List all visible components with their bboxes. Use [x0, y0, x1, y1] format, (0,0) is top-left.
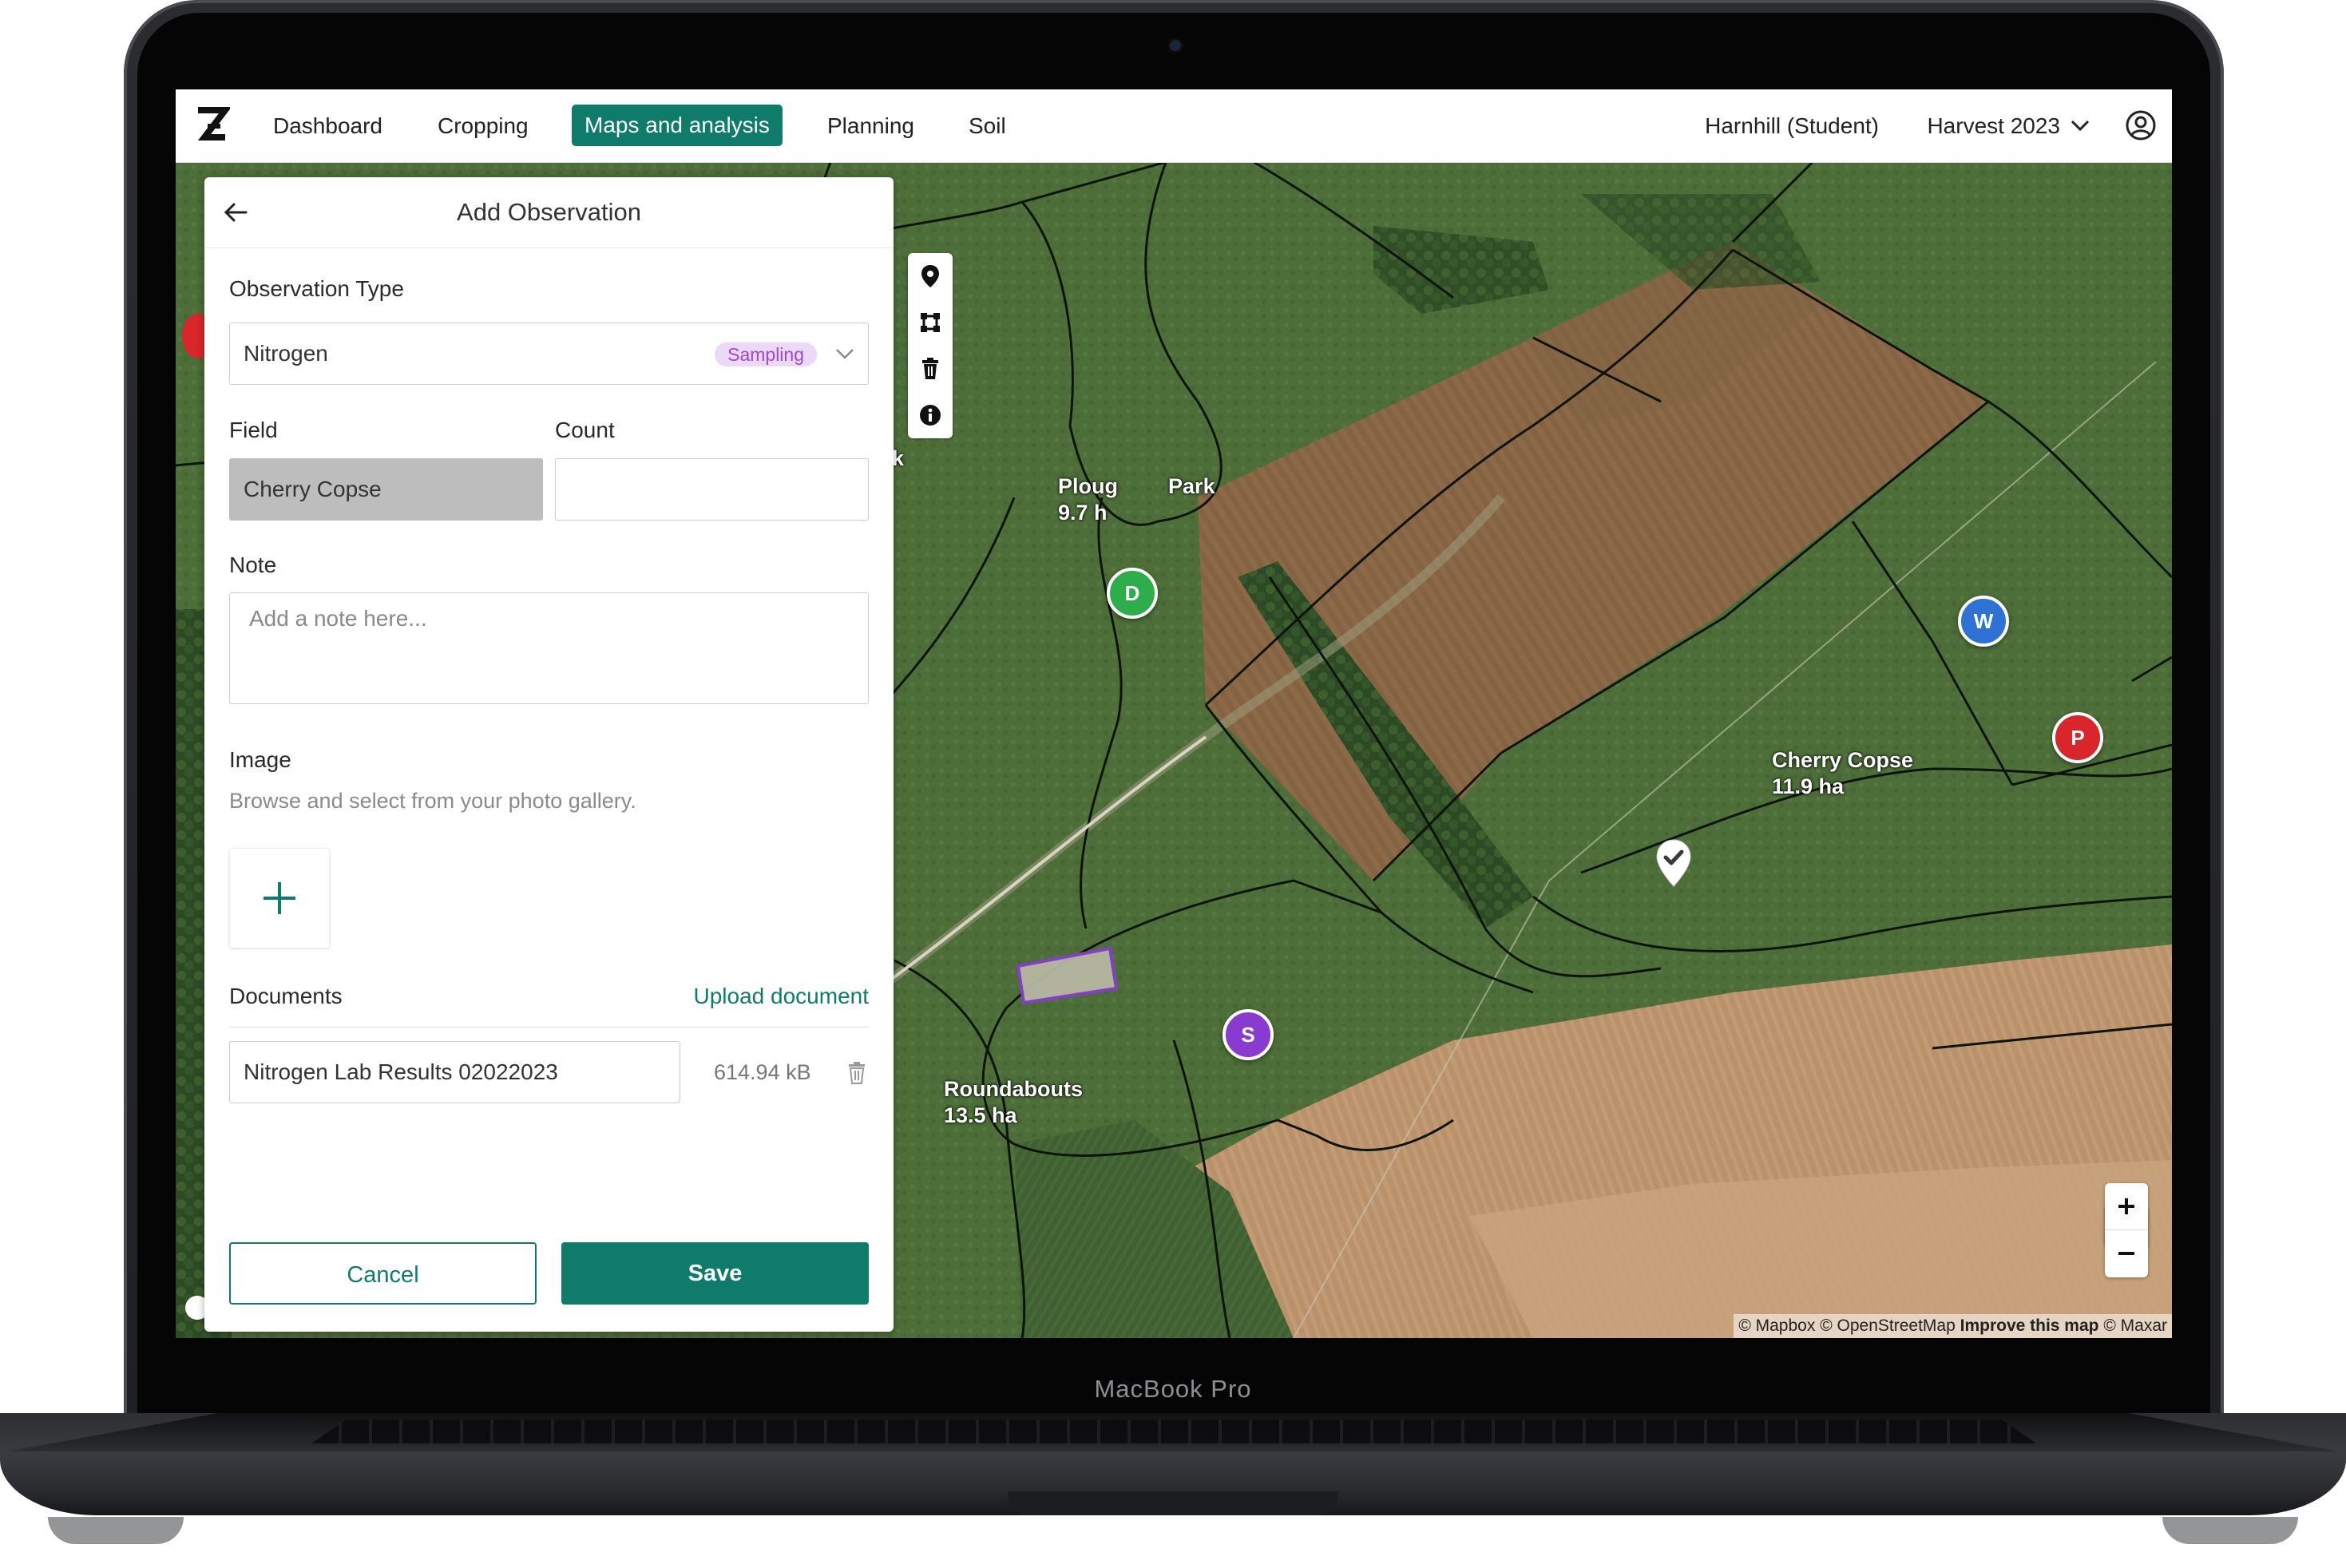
- add-image-button[interactable]: [229, 848, 330, 948]
- field-name-left: Ploug: [1058, 474, 1118, 498]
- field-label: Field: [229, 418, 278, 442]
- note-placeholder: Add a note here...: [249, 606, 427, 631]
- documents-divider: [229, 1027, 869, 1028]
- panel-title: Add Observation: [457, 198, 641, 226]
- user-account-icon[interactable]: [2126, 110, 2156, 141]
- marker-d[interactable]: D: [1107, 568, 1158, 619]
- farm-user-name[interactable]: Harnhill (Student): [1705, 89, 1879, 162]
- attribution-mapbox[interactable]: © Mapbox: [1738, 1317, 1815, 1335]
- nav-dashboard[interactable]: Dashboard: [273, 89, 382, 162]
- marker-w[interactable]: W: [1958, 596, 2009, 647]
- delete-document-icon[interactable]: [847, 1062, 866, 1084]
- harvest-selector[interactable]: Harvest 2023: [1927, 89, 2060, 162]
- observation-type-value: Nitrogen: [244, 341, 328, 366]
- note-label: Note: [229, 552, 277, 577]
- trash-icon: [922, 358, 938, 379]
- nav-soil[interactable]: Soil: [969, 89, 1006, 162]
- back-arrow-icon[interactable]: [222, 198, 251, 227]
- laptop-foot-left: [48, 1517, 184, 1544]
- plus-icon: [264, 882, 295, 914]
- nav-planning[interactable]: Planning: [827, 89, 914, 162]
- zoom-controls: [2105, 1183, 2148, 1277]
- panel-header: Add Observation: [204, 177, 894, 248]
- field-area: 9.7 h: [1058, 501, 1108, 525]
- polygon-tool-button[interactable]: [908, 299, 953, 346]
- keyboard: [311, 1420, 2036, 1443]
- field-label-cherry-copse: Cherry Copse 11.9 ha: [1772, 747, 1913, 800]
- field-value: Cherry Copse: [244, 477, 382, 501]
- image-hint: Browse and select from your photo galler…: [229, 789, 636, 813]
- location-pin-icon[interactable]: [1654, 838, 1693, 889]
- sampling-badge: Sampling: [715, 343, 817, 366]
- field-label-fragment: k: [892, 446, 905, 470]
- observation-type-label: Observation Type: [229, 276, 404, 301]
- app-screen: Ploug Park 9.7 h Cherry Copse 11.9 ha Ro…: [176, 89, 2172, 1338]
- count-label: Count: [555, 418, 615, 442]
- map-pin-icon: [921, 265, 939, 287]
- attribution-osm[interactable]: © OpenStreetMap: [1820, 1317, 1956, 1335]
- field-area: 13.5 ha: [944, 1103, 1017, 1127]
- field-label-plough-park: Ploug Park 9.7 h: [1058, 473, 1215, 526]
- polygon-icon: [921, 313, 940, 332]
- laptop-foot-right: [2162, 1517, 2298, 1544]
- count-input[interactable]: [555, 458, 869, 521]
- camera-icon: [1170, 40, 1181, 51]
- documents-label: Documents: [229, 984, 343, 1008]
- document-item[interactable]: Nitrogen Lab Results 02022023: [229, 1041, 680, 1103]
- device-brand-label: MacBook Pro: [1094, 1375, 1252, 1403]
- field-select[interactable]: Cherry Copse: [229, 458, 543, 521]
- info-icon: [920, 405, 941, 426]
- field-label-roundabouts: Roundabouts 13.5 ha: [944, 1076, 1083, 1129]
- field-area: 11.9 ha: [1772, 774, 1845, 798]
- field-name: Roundabouts: [944, 1077, 1083, 1101]
- info-button[interactable]: [908, 392, 953, 438]
- observation-type-select[interactable]: Nitrogen Sampling: [229, 323, 869, 385]
- map-attribution: © Mapbox © OpenStreetMap Improve this ma…: [1734, 1314, 2172, 1338]
- note-textarea[interactable]: Add a note here...: [229, 592, 869, 704]
- plus-icon: [2118, 1198, 2134, 1214]
- attribution-maxar[interactable]: © Maxar: [2103, 1317, 2167, 1335]
- zoom-in-button[interactable]: [2105, 1183, 2148, 1230]
- nav-cropping[interactable]: Cropping: [438, 89, 529, 162]
- chevron-down-icon: [836, 349, 854, 359]
- zoom-out-button[interactable]: [2105, 1230, 2148, 1277]
- marker-p[interactable]: P: [2052, 712, 2103, 763]
- cancel-button[interactable]: Cancel: [229, 1242, 537, 1305]
- chevron-down-icon[interactable]: [2070, 117, 2090, 134]
- document-name: Nitrogen Lab Results 02022023: [244, 1059, 558, 1084]
- delete-tool-button[interactable]: [908, 346, 953, 392]
- map-draw-toolbar: [908, 253, 953, 438]
- top-navigation: Dashboard Cropping Maps and analysis Pla…: [176, 89, 2172, 163]
- app-logo[interactable]: [193, 104, 230, 145]
- field-name: Cherry Copse: [1772, 748, 1914, 772]
- upload-document-link[interactable]: Upload document: [694, 984, 869, 1009]
- document-size: 614.94 kB: [714, 1060, 811, 1084]
- field-name-right: Park: [1168, 474, 1215, 498]
- save-button[interactable]: Save: [561, 1242, 869, 1305]
- image-label: Image: [229, 747, 291, 772]
- improve-map-link[interactable]: Improve this map: [1960, 1317, 2099, 1335]
- marker-s[interactable]: S: [1223, 1009, 1274, 1060]
- laptop-notch: [1008, 1491, 1338, 1515]
- minus-icon: [2118, 1252, 2134, 1255]
- add-observation-panel: Add Observation Observation Type Nitroge…: [204, 177, 894, 1332]
- nav-maps-and-analysis[interactable]: Maps and analysis: [572, 105, 783, 146]
- marker-tool-button[interactable]: [908, 253, 953, 299]
